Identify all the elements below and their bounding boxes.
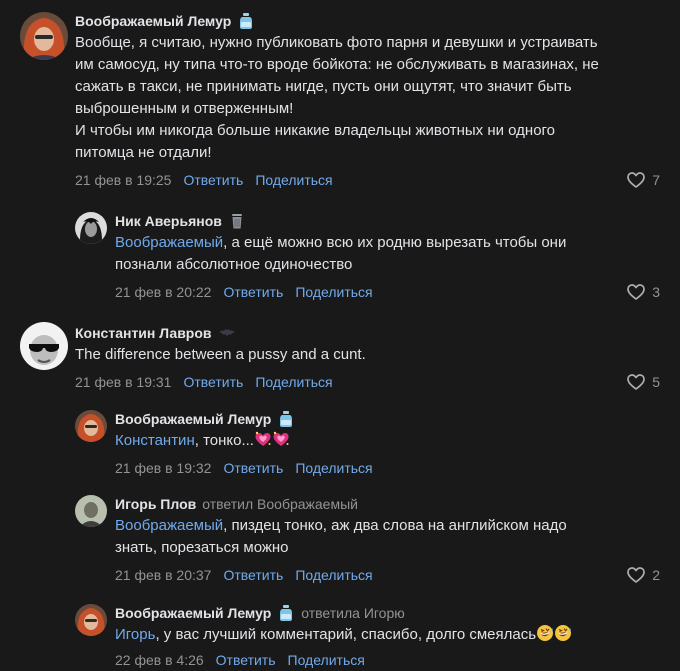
comment-text-line: , а ещё можно всю их родню вырезать чтоб… (223, 234, 567, 251)
water-bottle-icon (277, 410, 295, 428)
trash-can-icon (228, 212, 246, 230)
reply-button[interactable]: Ответить (223, 567, 283, 583)
avatar[interactable] (75, 495, 107, 527)
share-button[interactable]: Поделиться (295, 567, 372, 583)
author-name[interactable]: Воображаемый Лемур (115, 605, 271, 621)
mention-link[interactable]: Воображаемый (115, 234, 223, 251)
comment-text: Воображаемый, пиздец тонко, аж два слова… (115, 515, 660, 559)
comment-text-line: сажать в такси, не принимать нигде, пуст… (75, 78, 572, 95)
water-bottle-icon (237, 12, 255, 30)
reply-button[interactable]: Ответить (223, 460, 283, 476)
comment-text-line: знать, порезаться можно (115, 539, 289, 556)
comment-text-line: Вообще, я считаю, нужно публиковать фото… (75, 34, 598, 51)
replied-to[interactable]: ответила Игорю (301, 605, 405, 621)
heart-outline-icon (626, 170, 646, 190)
avatar[interactable] (75, 212, 107, 244)
comment-date[interactable]: 21 фев в 20:37 (115, 567, 211, 583)
avatar[interactable] (20, 12, 68, 60)
comment-text: Игорь, у вас лучший комментарий, спасибо… (115, 624, 660, 646)
like-count: 5 (652, 374, 660, 390)
comment-date[interactable]: 21 фев в 19:32 (115, 460, 211, 476)
heart-outline-icon (626, 565, 646, 585)
author-name[interactable]: Игорь Плов (115, 496, 196, 512)
comment-text: Константин, тонко... (115, 430, 660, 452)
avatar[interactable] (75, 410, 107, 442)
share-button[interactable]: Поделиться (255, 374, 332, 390)
reply-button[interactable]: Ответить (183, 374, 243, 390)
reply-button[interactable]: Ответить (216, 652, 276, 668)
rolling-laughing-emoji (536, 624, 554, 642)
comment-date[interactable]: 22 фев в 4:26 (115, 652, 204, 668)
avatar[interactable] (20, 322, 68, 370)
avatar[interactable] (75, 604, 107, 636)
like-button[interactable]: 7 (626, 168, 660, 192)
replied-to[interactable]: ответил Воображаемый (202, 496, 358, 512)
author-name[interactable]: Ник Аверьянов (115, 213, 222, 229)
rolling-laughing-emoji (554, 624, 572, 642)
heart-outline-icon (626, 282, 646, 302)
like-button[interactable]: 2 (626, 563, 660, 587)
like-count: 3 (652, 284, 660, 300)
comment-date[interactable]: 21 фев в 20:22 (115, 284, 211, 300)
comment-text: Воображаемый, а ещё можно всю их родню в… (115, 232, 660, 276)
author-name[interactable]: Воображаемый Лемур (75, 13, 231, 29)
like-count: 7 (652, 172, 660, 188)
comment-text-line: , тонко... (194, 432, 254, 449)
comment-text-line: И чтобы им никогда больше никакие владел… (75, 122, 556, 139)
reply-button[interactable]: Ответить (183, 172, 243, 188)
comment-date[interactable]: 21 фев в 19:25 (75, 172, 171, 188)
comment-text-line: выброшенным и отверженным! (75, 100, 294, 117)
bat-icon (218, 324, 236, 342)
comment-text: Вообще, я считаю, нужно публиковать фото… (75, 32, 660, 164)
share-button[interactable]: Поделиться (255, 172, 332, 188)
mention-link[interactable]: Воображаемый (115, 517, 223, 534)
comment-text-line: , пиздец тонко, аж два слова на английск… (223, 517, 567, 534)
sparkling-heart-emoji (254, 430, 272, 448)
comment-text-line: познали абсолютное одиночество (115, 256, 353, 273)
comment-text-line: , у вас лучший комментарий, спасибо, дол… (155, 626, 537, 643)
comment-text-line: питомца не отдали! (75, 144, 212, 161)
mention-link[interactable]: Игорь (115, 626, 155, 643)
reply-button[interactable]: Ответить (223, 284, 283, 300)
comment-date[interactable]: 21 фев в 19:31 (75, 374, 171, 390)
author-name[interactable]: Воображаемый Лемур (115, 411, 271, 427)
comment-text-line: им самосуд, ну типа что-то вроде бойкота… (75, 56, 599, 73)
share-button[interactable]: Поделиться (295, 460, 372, 476)
water-bottle-icon (277, 604, 295, 622)
comment-text: The difference between a pussy and a cun… (75, 346, 366, 363)
share-button[interactable]: Поделиться (295, 284, 372, 300)
sparkling-heart-emoji (272, 430, 290, 448)
like-count: 2 (652, 567, 660, 583)
mention-link[interactable]: Константин (115, 432, 195, 449)
like-button[interactable]: 3 (626, 280, 660, 304)
like-button[interactable]: 5 (626, 370, 660, 394)
heart-outline-icon (626, 372, 646, 392)
author-name[interactable]: Константин Лавров (75, 325, 212, 341)
share-button[interactable]: Поделиться (288, 652, 365, 668)
